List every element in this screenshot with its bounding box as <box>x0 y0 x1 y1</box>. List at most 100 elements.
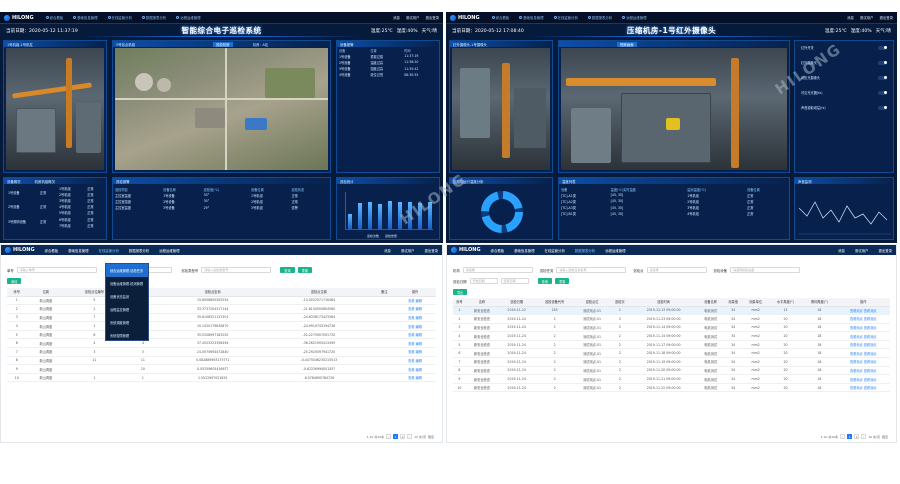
search-button[interactable]: 查询 <box>280 267 295 273</box>
row-action-links[interactable]: 查看 编辑 <box>394 373 436 383</box>
nav-item-remote[interactable]: 远程运维管理 <box>622 15 647 20</box>
row-action-links[interactable]: 查看测点 查看测点 <box>836 340 890 350</box>
logout-link[interactable]: 退出登录 <box>878 248 892 253</box>
table-row[interactable]: 10 新安全检查 2019-11-24 2 测试测点-01 2 2019-11-22 09:… <box>453 383 890 393</box>
message-link[interactable]: 消息 <box>838 248 845 253</box>
camera-feed[interactable] <box>561 48 787 170</box>
search-button[interactable]: 查询 <box>537 278 552 284</box>
main-camera-panel[interactable]: 视频画面 <box>558 40 790 173</box>
nav-item-basic-info[interactable]: 基础信息管理 <box>68 248 88 253</box>
table-row[interactable]: 4 新安全检查 2019-11-24 2 测试测点-01 2 2019-11-14 09:0… <box>453 331 890 341</box>
table-row[interactable]: 1 新山调度 5 15.6006800305254 -13.0037071716484 查… <box>7 296 436 306</box>
number-input[interactable]: 请输入单号 <box>16 267 97 273</box>
prev-page-button[interactable]: ‹ <box>386 434 392 439</box>
table-row[interactable]: 4号设备 液位过低 08:30:55 <box>337 72 439 78</box>
message-link[interactable]: 消息 <box>847 15 854 20</box>
table-row[interactable]: 6 新山调度 4 4 37.4523323356494 -36.2621955413495… <box>7 338 436 349</box>
table-row[interactable]: 8 新安全检查 2019-11-24 2 测试测点-01 2 2019-11-20 09:0… <box>453 366 890 376</box>
row-action-links[interactable]: 查看测点 查看测点 <box>836 357 890 367</box>
table-row[interactable]: 5新山调度6635.5328997183250-52.2275907091720… <box>7 330 436 340</box>
nav-item-report[interactable]: 数据报表分析 <box>141 15 166 20</box>
nav-item-basic-info[interactable]: 基础信息管理 <box>519 15 544 20</box>
table-row[interactable]: 6 新安全检查 2019-11-24 2 测试测点-01 2 2019-11-18 09:0… <box>453 348 890 359</box>
user-name[interactable]: 测试用户 <box>860 15 874 20</box>
table-row[interactable]: 2 新山调度 2 33.3737204317144 -21.6150505804560 查… <box>7 304 436 314</box>
nav-item-dashboard[interactable]: 综合看板 <box>45 248 59 253</box>
toggle-switch[interactable] <box>878 90 887 95</box>
table-row[interactable]: 7 新安全检查 2019-11-24 2 测试测点-01 2 2019-11-19 09:0… <box>453 357 890 367</box>
message-link[interactable]: 消息 <box>384 248 391 253</box>
toggle-switch[interactable] <box>878 75 887 80</box>
table-row[interactable]: 8 新山调度 11 11 0.0828896931757?1 -0.44750462352… <box>7 356 436 366</box>
menu-item[interactable]: 系统调度管理 <box>106 316 148 329</box>
nav-item-dashboard[interactable]: 综合看板 <box>491 248 505 253</box>
menu-item[interactable]: 系统权限管理 <box>106 329 148 342</box>
prev-page-button[interactable]: ‹ <box>840 434 846 439</box>
row-action-links[interactable]: 查看测点 查看测点 <box>836 314 890 324</box>
row-action-links[interactable]: 查看测点 查看测点 <box>836 374 890 384</box>
nav-item-report[interactable]: 数据报表分析 <box>129 248 149 253</box>
row-action-links[interactable]: 查看 编辑 <box>394 364 436 374</box>
table-row[interactable]: 2 新安全检查 2019-11-24 2 测试测点-01 2 2019-11-23 09:0… <box>453 314 890 324</box>
nav-item-remote[interactable]: 远程运维管理 <box>176 15 201 20</box>
menu-item[interactable]: 综合运维管理-巡检任务 <box>106 264 148 277</box>
start-date-input[interactable]: 开始日期 <box>469 278 498 284</box>
task-input[interactable]: 请输入巡检任务名称 <box>556 267 627 273</box>
row-action-links[interactable]: 查看测点 查看测点 <box>836 348 890 359</box>
nav-item-dashboard[interactable]: 综合看板 <box>45 15 63 20</box>
nav-item-remote[interactable]: 远程运维管理 <box>159 248 179 253</box>
row-action-links[interactable]: 查看测点 查看测点 <box>836 331 890 341</box>
nav-item-report[interactable]: 数据报表分析 <box>575 248 595 253</box>
table-row[interactable]: 9 新安全检查 2019-11-24 2 测试测点-01 2 2019-11-21 09:0… <box>453 374 890 384</box>
export-button[interactable]: 导出 <box>453 289 468 295</box>
row-action-links[interactable]: 查看 编辑 <box>394 304 436 314</box>
row-action-links[interactable]: 查看 编辑 <box>394 321 436 331</box>
nav-item-monitor[interactable]: 在线监管分析 <box>107 15 132 20</box>
next-page-button[interactable]: › <box>407 434 413 439</box>
menu-item[interactable]: 设备运维管理-检测管理 <box>106 277 148 290</box>
menu-item[interactable]: 设备状态监测 <box>106 290 148 303</box>
nav-item-remote[interactable]: 远程运维管理 <box>605 248 625 253</box>
row-action-links[interactable]: 查看 编辑 <box>394 356 436 366</box>
row-action-links[interactable]: 查看 编辑 <box>394 338 436 349</box>
type-input[interactable]: 请输入巡检类型号 <box>201 267 272 273</box>
nav-item-basic-info[interactable]: 基础信息管理 <box>73 15 98 20</box>
toggle-switch[interactable] <box>878 60 887 65</box>
nav-item-basic-info[interactable]: 基础信息管理 <box>514 248 534 253</box>
nav-item-report[interactable]: 数据报表分析 <box>587 15 612 20</box>
camera-feed[interactable] <box>6 48 104 170</box>
page-size-select[interactable]: 10 条/页 <box>414 435 426 439</box>
row-action-links[interactable]: 查看 编辑 <box>394 330 436 340</box>
camera-feed[interactable] <box>452 48 550 170</box>
logout-link[interactable]: 退出登录 <box>424 248 438 253</box>
table-row[interactable]: 3 新山调度 7 35.6106521131301 -24.6336173423384 查… <box>7 313 436 323</box>
aerial-tag[interactable]: 巡检机房 <box>213 42 233 47</box>
table-row[interactable]: 10 新山调度 1 1 1.5522997021625 -6.0784695784726 查… <box>7 373 436 383</box>
table-row[interactable]: [TC]-B1类 [45, 30] 4号机组 正常 <box>559 211 789 217</box>
table-row[interactable]: 9 新山调度 10 0.0525960541667? -0.6222699400155?… <box>7 364 436 374</box>
aerial-image[interactable] <box>115 48 328 170</box>
page-1-button[interactable]: 1 <box>847 434 853 439</box>
logout-link[interactable]: 退出登录 <box>425 15 439 20</box>
row-action-links[interactable]: 查看测点 查看测点 <box>836 306 890 316</box>
row-action-links[interactable]: 查看 编辑 <box>394 313 436 323</box>
menu-item[interactable]: 远程监控管理 <box>106 303 148 316</box>
aerial-map-panel[interactable]: Y号站点机组 巡检机房 机房：A站 <box>112 40 331 173</box>
user-name[interactable]: 测试用户 <box>401 248 415 253</box>
user-name[interactable]: 测试用户 <box>406 15 420 20</box>
message-link[interactable]: 消息 <box>393 15 400 20</box>
user-name[interactable]: 测试用户 <box>855 248 869 253</box>
table-row[interactable]: 7 新山调度 3 3 24.0975694472840 -25.2920597941720… <box>7 347 436 357</box>
logout-link[interactable]: 退出登录 <box>879 15 893 20</box>
row-action-links[interactable]: 查看测点 查看测点 <box>836 383 890 393</box>
table-row[interactable]: 1 新安全检查 2019-11-12 255 测试测点-01 1 2019-12-13 09… <box>453 306 890 316</box>
toggle-switch[interactable] <box>878 105 887 110</box>
table-row[interactable]: 主控室温度 3号设备 29° 3号机组 告警 <box>113 205 330 211</box>
end-date-input[interactable]: 结束日期 <box>500 278 529 284</box>
reset-button[interactable]: 重置 <box>297 267 313 273</box>
row-action-links[interactable]: 查看测点 查看测点 <box>836 323 890 333</box>
page-2-button[interactable]: 2 <box>854 434 860 439</box>
next-page-button[interactable]: › <box>861 434 867 439</box>
page-1-button[interactable]: 1 <box>393 434 399 439</box>
row-action-links[interactable]: 查看 编辑 <box>394 296 436 306</box>
